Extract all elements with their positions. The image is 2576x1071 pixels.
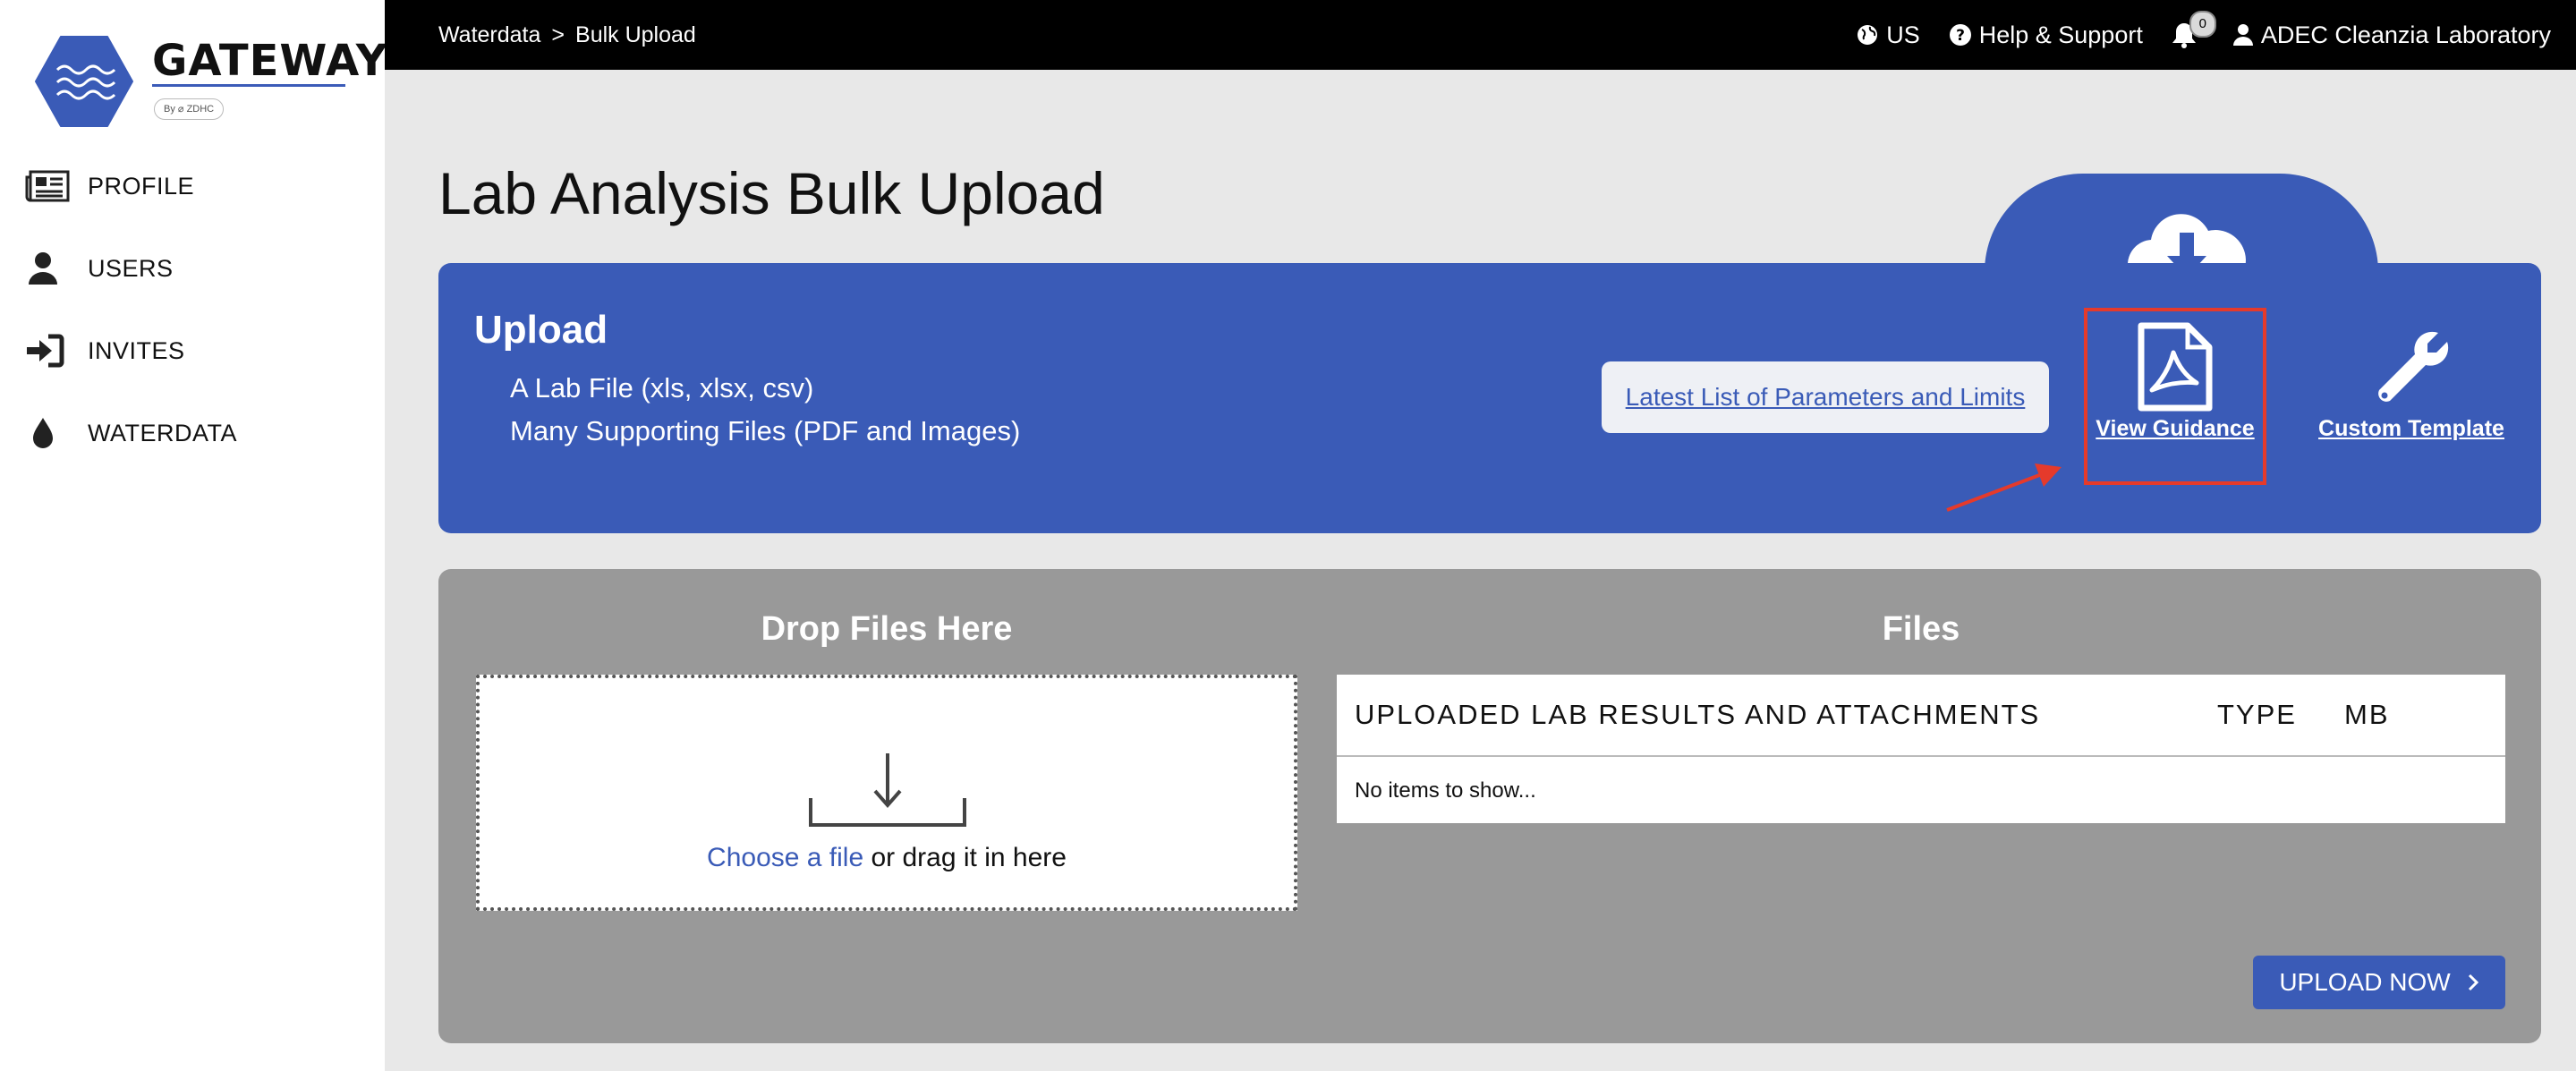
breadcrumb-item-waterdata[interactable]: Waterdata [438, 22, 540, 48]
sidebar-item-invites[interactable]: INVITES [25, 328, 185, 373]
breadcrumb-item-bulk-upload: Bulk Upload [575, 21, 696, 47]
files-title: Files [1882, 610, 1960, 648]
wrench-icon [2378, 331, 2449, 402]
parameters-limits-link[interactable]: Latest List of Parameters and Limits [1602, 361, 2049, 433]
gateway-logo[interactable]: GATEWAY By ⌀ ZDHC [34, 34, 387, 132]
brand-name: GATEWAY [152, 36, 388, 86]
notification-count-badge: 0 [2189, 11, 2216, 38]
globe-icon [1858, 25, 1878, 45]
account-menu[interactable]: ADEC Cleanzia Laboratory [2232, 21, 2551, 49]
newspaper-icon [25, 168, 72, 204]
table-header-divider [1337, 755, 2505, 757]
upload-info-panel: Upload A Lab File (xls, xlsx, csv) Many … [438, 263, 2541, 533]
empty-table-message: No items to show... [1355, 778, 1536, 803]
sign-in-icon [25, 333, 72, 369]
help-support-link[interactable]: ? Help & Support [1949, 21, 2143, 49]
water-drop-icon [25, 415, 72, 451]
upload-now-label: UPLOAD NOW [2279, 968, 2451, 996]
upload-title: Upload [474, 308, 608, 352]
sidebar-item-label: USERS [88, 254, 174, 282]
sidebar: GATEWAY By ⌀ ZDHC PROFILE USERS INVITES … [0, 0, 387, 1071]
top-bar: Waterdata > Bulk Upload US ? Help & Supp… [385, 0, 2576, 70]
breadcrumb-separator: > [551, 21, 565, 47]
file-dropzone[interactable]: Choose a file or drag it in here [476, 675, 1297, 911]
top-right-menu: US ? Help & Support 0 ADEC Cleanzia Labo… [1827, 0, 2551, 70]
region-label: US [1886, 21, 1920, 48]
sidebar-item-label: PROFILE [88, 172, 195, 200]
account-name: ADEC Cleanzia Laboratory [2260, 21, 2551, 48]
upload-now-button[interactable]: UPLOAD NOW [2253, 956, 2505, 1009]
help-label: Help & Support [1978, 21, 2143, 48]
brand-byline: By ⌀ ZDHC [154, 98, 225, 120]
sidebar-item-profile[interactable]: PROFILE [25, 164, 194, 208]
sidebar-item-waterdata[interactable]: WATERDATA [25, 411, 237, 455]
notifications-button[interactable]: 0 [2172, 11, 2216, 48]
page-title: Lab Analysis Bulk Upload [438, 160, 1105, 226]
column-header-mb: MB [2344, 699, 2390, 730]
chevron-right-icon [2468, 973, 2478, 991]
file-upload-panel: Drop Files Here Choose a file or drag it… [438, 569, 2541, 1043]
guidance-highlight-box [2084, 308, 2266, 485]
waves-logo-icon [35, 36, 133, 127]
dropzone-instructions: Choose a file or drag it in here [480, 843, 1294, 873]
upload-requirement-lab-file: A Lab File (xls, xlsx, csv) [510, 372, 814, 404]
download-tray-icon [809, 753, 966, 827]
svg-text:?: ? [1956, 27, 1965, 45]
files-table: UPLOADED LAB RESULTS AND ATTACHMENTS TYP… [1337, 675, 2505, 823]
user-icon [25, 251, 72, 286]
region-selector[interactable]: US [1856, 21, 1920, 49]
custom-template-label: Custom Template [2318, 416, 2504, 441]
column-header-type: TYPE [2217, 699, 2297, 730]
drop-files-title: Drop Files Here [761, 610, 1013, 648]
drag-instruction-text: or drag it in here [863, 843, 1067, 872]
question-circle-icon: ? [1949, 24, 1971, 46]
custom-template-button[interactable]: Custom Template [2308, 326, 2514, 442]
choose-file-link[interactable]: Choose a file [707, 843, 863, 872]
column-header-attachments: UPLOADED LAB RESULTS AND ATTACHMENTS [1355, 699, 2041, 730]
user-icon [2232, 24, 2253, 46]
sidebar-item-label: INVITES [88, 336, 185, 364]
upload-requirement-supporting-files: Many Supporting Files (PDF and Images) [510, 415, 1021, 446]
brand-underline [152, 84, 345, 87]
annotation-arrow-icon [1946, 463, 2062, 512]
sidebar-item-users[interactable]: USERS [25, 246, 174, 291]
sidebar-item-label: WATERDATA [88, 419, 237, 446]
breadcrumb: Waterdata > Bulk Upload [438, 0, 696, 70]
